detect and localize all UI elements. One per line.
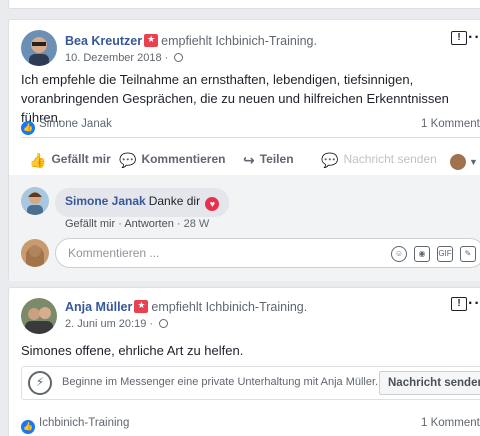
post-date[interactable]: 2. Juni um 20:19 <box>65 318 146 330</box>
comment-age[interactable]: 28 W <box>184 218 210 230</box>
comment-icon: 💬 <box>321 152 339 168</box>
comment-reply-link[interactable]: Antworten <box>124 218 174 230</box>
reactions-summary[interactable]: 👍 Ichbinich-Training <box>21 417 129 434</box>
comment-actions: Gefällt mir · Antworten · 28 W <box>65 218 210 230</box>
feedback-icon[interactable]: ! <box>451 297 467 311</box>
sticker-icon[interactable]: ✎ <box>460 246 476 262</box>
messenger-icon: ⚡ <box>28 371 52 395</box>
share-icon: ↪ <box>243 152 255 168</box>
comments-section: Simone Janak Danke dir ♥ Gefällt mir · An… <box>9 175 480 281</box>
reactor-names[interactable]: Simone Janak <box>39 118 112 130</box>
commenter-avatar[interactable] <box>21 187 49 215</box>
share-button[interactable]: ↪ Teilen <box>243 152 294 169</box>
comments-count[interactable]: 1 Kommentar <box>421 118 480 130</box>
recommendation-text[interactable]: empfiehlt Ichbinich-Training. <box>151 300 307 314</box>
comment-like-link[interactable]: Gefällt mir <box>65 218 115 230</box>
like-button[interactable]: 👍 Gefällt mir <box>29 152 111 169</box>
more-icon[interactable]: ··· <box>468 29 480 47</box>
send-label: Nachricht senden <box>343 152 437 166</box>
comment-text: Danke dir <box>148 194 201 208</box>
author-avatar[interactable] <box>21 30 57 66</box>
comment-input-placeholder: Kommentieren ... <box>68 246 160 260</box>
comment-button[interactable]: 💬 Kommentieren <box>119 152 225 169</box>
emoji-icon[interactable]: ☺ <box>391 246 407 262</box>
messenger-text: Beginne im Messenger eine private Unterh… <box>62 376 379 388</box>
author-avatar[interactable] <box>21 298 57 334</box>
thumbs-up-icon: 👍 <box>21 121 35 135</box>
send-message-button[interactable]: 💬 Nachricht senden <box>321 152 437 169</box>
more-icon[interactable]: ··· <box>468 295 480 313</box>
comment-input[interactable]: Kommentieren ... ☺ ◉ GIF ✎ <box>55 238 480 268</box>
divider <box>21 137 480 138</box>
current-user-avatar[interactable] <box>21 239 49 267</box>
comment-input-tools: ☺ ◉ GIF ✎ <box>384 245 476 262</box>
globe-icon <box>174 53 184 62</box>
thumbs-up-icon: 👍 <box>29 152 47 168</box>
recommendation-text[interactable]: empfiehlt Ichbinich-Training. <box>161 34 317 48</box>
comments-count[interactable]: 1 Kommentar <box>421 417 480 429</box>
post-meta: 10. Dezember 2018 · <box>65 52 184 64</box>
comment-label: Kommentieren <box>141 152 226 166</box>
recommendation-icon <box>144 34 159 47</box>
comment-icon: 💬 <box>119 152 137 168</box>
audience-avatar[interactable] <box>450 154 466 170</box>
thumbs-up-icon: 👍 <box>21 420 35 434</box>
share-label: Teilen <box>259 152 294 166</box>
author-name[interactable]: Bea Kreutzer <box>65 34 142 48</box>
comment-bubble: Simone Janak Danke dir ♥ <box>55 188 230 217</box>
recommendation-icon <box>134 300 149 313</box>
post-header: Anja Müller empfiehlt Ichbinich-Training. <box>65 300 307 314</box>
send-message-button[interactable]: Nachricht senden <box>379 371 480 395</box>
author-name[interactable]: Anja Müller <box>65 300 132 314</box>
camera-icon[interactable]: ◉ <box>414 246 430 262</box>
commenter-name[interactable]: Simone Janak <box>65 194 146 208</box>
post-card: Bea Kreutzer empfiehlt Ichbinich-Training… <box>8 19 480 281</box>
post-card: Anja Müller empfiehlt Ichbinich-Training.… <box>8 287 480 436</box>
like-label: Gefällt mir <box>51 152 111 166</box>
feedback-icon[interactable]: ! <box>451 31 467 45</box>
post-header: Bea Kreutzer empfiehlt Ichbinich-Training… <box>65 34 317 48</box>
gif-icon[interactable]: GIF <box>437 246 453 262</box>
post-text: Simones offene, ehrliche Art zu helfen. <box>21 343 244 358</box>
heart-icon: ♥ <box>205 197 220 211</box>
previous-post-card <box>8 0 480 9</box>
reactor-names[interactable]: Ichbinich-Training <box>39 417 129 429</box>
post-date[interactable]: 10. Dezember 2018 <box>65 52 162 64</box>
globe-icon <box>159 319 169 328</box>
chevron-down-icon[interactable]: ▼ <box>469 157 478 167</box>
reactions-summary[interactable]: 👍 Simone Janak <box>21 118 112 135</box>
post-meta: 2. Juni um 20:19 · <box>65 318 169 330</box>
messenger-prompt: ⚡ Beginne im Messenger eine private Unte… <box>21 366 480 400</box>
